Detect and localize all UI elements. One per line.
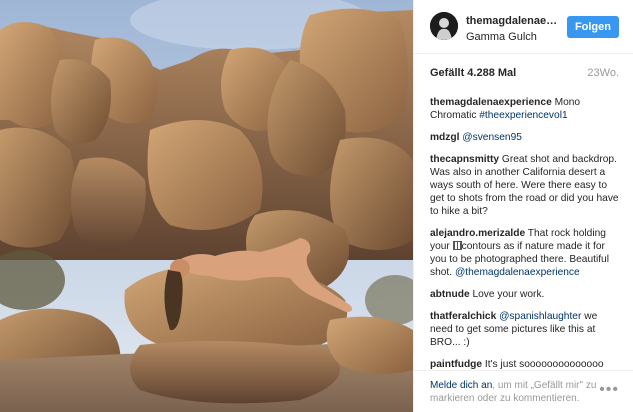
emoji-icon: [452, 241, 462, 250]
comment-mention[interactable]: @spanishlaughter: [499, 311, 581, 322]
comment-username[interactable]: paintfudge: [430, 359, 482, 370]
avatar[interactable]: [430, 12, 458, 40]
list-item: thecapnsmitty Great shot and backdrop. W…: [430, 153, 619, 218]
follow-button[interactable]: Folgen: [566, 16, 619, 38]
author-username[interactable]: themagdalenaexper...: [466, 14, 561, 28]
comment-username[interactable]: abtnude: [430, 289, 470, 300]
comment-username[interactable]: thecapnsmitty: [430, 154, 499, 165]
post-age[interactable]: 23Wo.: [587, 67, 619, 82]
author-info: themagdalenaexper... Gamma Gulch: [466, 12, 561, 44]
likes-count[interactable]: Gefällt 4.288 Mal: [430, 67, 516, 82]
comment-username[interactable]: alejandro.merizalde: [430, 228, 525, 239]
login-prompt: Melde dich an, um mit „Gefällt mir" zu m…: [430, 379, 599, 412]
post-sidebar: themagdalenaexper... Gamma Gulch Folgen …: [413, 0, 633, 412]
post-header: themagdalenaexper... Gamma Gulch Folgen: [414, 0, 633, 54]
comment-mention[interactable]: @svensen95: [462, 132, 522, 143]
comment-username[interactable]: thatferalchick: [430, 311, 496, 322]
list-item: thatferalchick @spanishlaughter we need …: [430, 310, 619, 349]
caption: themagdalenaexperience Mono Chromatic #t…: [430, 96, 619, 122]
post-photo[interactable]: [0, 0, 413, 412]
avatar-image-icon: [430, 12, 458, 40]
comments-list: themagdalenaexperience Mono Chromatic #t…: [414, 82, 633, 370]
comment-username[interactable]: mdzgl: [430, 132, 459, 143]
list-item: mdzgl @svensen95: [430, 131, 619, 144]
more-dots-icon[interactable]: •••: [599, 379, 619, 412]
list-item: paintfudge It's just soooooooooooooo com…: [430, 358, 619, 370]
post-location[interactable]: Gamma Gulch: [466, 30, 561, 44]
comment-mention[interactable]: @themagdalenaexperience: [455, 267, 580, 278]
comment-text: Love your work.: [472, 289, 545, 300]
login-link[interactable]: Melde dich an: [430, 380, 492, 391]
comment-hashtag[interactable]: #theexperiencevol1: [479, 110, 567, 121]
login-footer: Melde dich an, um mit „Gefällt mir" zu m…: [414, 370, 633, 412]
list-item: abtnude Love your work.: [430, 288, 619, 301]
instagram-post: themagdalenaexper... Gamma Gulch Folgen …: [0, 0, 633, 412]
comment-username[interactable]: themagdalenaexperience: [430, 97, 552, 108]
likes-row: Gefällt 4.288 Mal 23Wo.: [414, 54, 633, 82]
list-item: alejandro.merizalde That rock holding yo…: [430, 227, 619, 279]
desert-rock-photo: [0, 0, 413, 412]
